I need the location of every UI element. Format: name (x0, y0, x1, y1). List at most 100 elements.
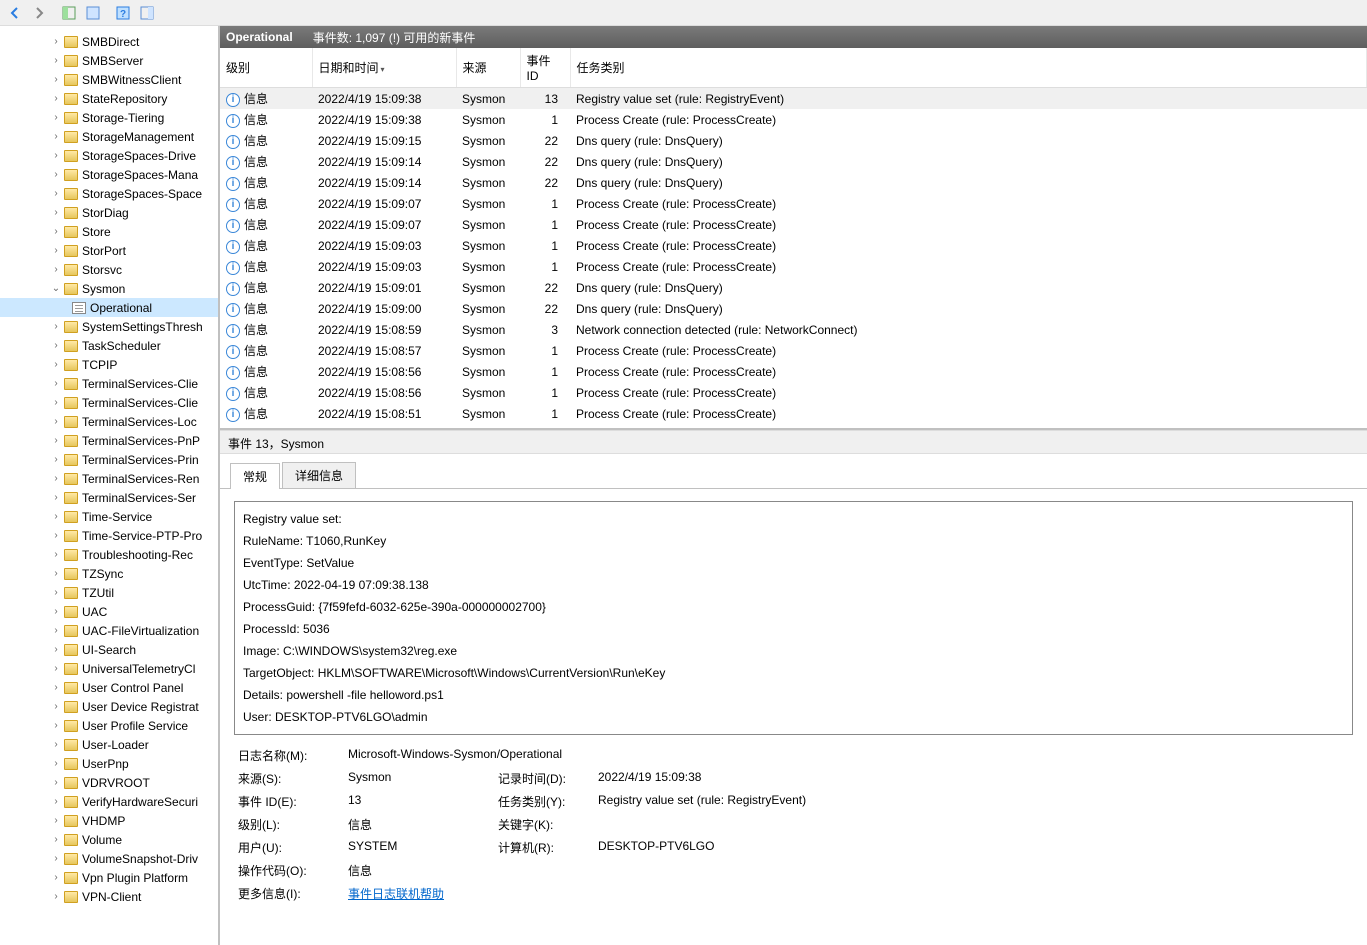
sidebar-item[interactable]: ›SystemSettingsThresh (0, 317, 218, 336)
chevron-right-icon[interactable]: › (50, 701, 62, 712)
sidebar-tree[interactable]: ›SMBDirect›SMBServer›SMBWitnessClient›St… (0, 26, 220, 945)
chevron-right-icon[interactable]: › (50, 131, 62, 142)
action-pane-icon[interactable] (136, 2, 158, 24)
chevron-right-icon[interactable]: › (50, 511, 62, 522)
chevron-right-icon[interactable]: › (50, 207, 62, 218)
chevron-right-icon[interactable]: › (50, 359, 62, 370)
chevron-right-icon[interactable]: › (50, 112, 62, 123)
table-row[interactable]: i信息2022/4/19 15:08:57Sysmon1Process Crea… (220, 340, 1367, 361)
tab-details[interactable]: 详细信息 (282, 462, 356, 488)
chevron-right-icon[interactable]: › (50, 720, 62, 731)
chevron-right-icon[interactable]: › (50, 587, 62, 598)
sidebar-item[interactable]: ›SMBWitnessClient (0, 70, 218, 89)
sidebar-item[interactable]: ›StorDiag (0, 203, 218, 222)
sidebar-item[interactable]: ›User Device Registrat (0, 697, 218, 716)
chevron-right-icon[interactable]: › (50, 739, 62, 750)
sidebar-item[interactable]: ›TerminalServices-Ser (0, 488, 218, 507)
sidebar-item[interactable]: ›VHDMP (0, 811, 218, 830)
chevron-right-icon[interactable]: › (50, 625, 62, 636)
sidebar-item[interactable]: ›StorageSpaces-Drive (0, 146, 218, 165)
sidebar-item[interactable]: ›Troubleshooting-Rec (0, 545, 218, 564)
chevron-right-icon[interactable]: › (50, 435, 62, 446)
sidebar-item[interactable]: ›StateRepository (0, 89, 218, 108)
table-row[interactable]: i信息2022/4/19 15:09:38Sysmon13Registry va… (220, 88, 1367, 110)
back-icon[interactable] (4, 2, 26, 24)
sidebar-item[interactable]: ›Time-Service-PTP-Pro (0, 526, 218, 545)
sidebar-item[interactable]: ›TerminalServices-PnP (0, 431, 218, 450)
sidebar-item[interactable]: ›User-Loader (0, 735, 218, 754)
sidebar-item[interactable]: ›UniversalTelemetryCl (0, 659, 218, 678)
chevron-right-icon[interactable]: › (50, 549, 62, 560)
chevron-right-icon[interactable]: › (50, 55, 62, 66)
sidebar-item[interactable]: ›TerminalServices-Clie (0, 393, 218, 412)
table-row[interactable]: i信息2022/4/19 15:09:14Sysmon22Dns query (… (220, 172, 1367, 193)
sidebar-item[interactable]: ›TerminalServices-Prin (0, 450, 218, 469)
sidebar-item[interactable]: ›User Profile Service (0, 716, 218, 735)
sidebar-item[interactable]: ›Vpn Plugin Platform (0, 868, 218, 887)
chevron-right-icon[interactable]: › (50, 492, 62, 503)
tab-general[interactable]: 常规 (230, 463, 280, 489)
chevron-right-icon[interactable]: › (50, 340, 62, 351)
sidebar-item[interactable]: ›StorageManagement (0, 127, 218, 146)
sidebar-item[interactable]: ›StorageSpaces-Space (0, 184, 218, 203)
sidebar-item[interactable]: ›TerminalServices-Loc (0, 412, 218, 431)
table-row[interactable]: i信息2022/4/19 15:09:07Sysmon1Process Crea… (220, 193, 1367, 214)
table-row[interactable]: i信息2022/4/19 15:08:56Sysmon1Process Crea… (220, 361, 1367, 382)
chevron-right-icon[interactable]: › (50, 853, 62, 864)
chevron-right-icon[interactable]: › (50, 321, 62, 332)
chevron-right-icon[interactable]: › (50, 150, 62, 161)
table-row[interactable]: i信息2022/4/19 15:08:51Sysmon1Process Crea… (220, 403, 1367, 424)
chevron-right-icon[interactable]: › (50, 777, 62, 788)
sidebar-item[interactable]: ›TZSync (0, 564, 218, 583)
forward-icon[interactable] (28, 2, 50, 24)
chevron-right-icon[interactable]: › (50, 188, 62, 199)
properties-icon[interactable] (82, 2, 104, 24)
table-row[interactable]: i信息2022/4/19 15:08:56Sysmon1Process Crea… (220, 382, 1367, 403)
sidebar-item[interactable]: ›StorageSpaces-Mana (0, 165, 218, 184)
sidebar-item[interactable]: ›SMBServer (0, 51, 218, 70)
sidebar-item[interactable]: ›TZUtil (0, 583, 218, 602)
chevron-right-icon[interactable]: › (50, 796, 62, 807)
table-row[interactable]: i信息2022/4/19 15:09:03Sysmon1Process Crea… (220, 256, 1367, 277)
sidebar-item[interactable]: ›UAC-FileVirtualization (0, 621, 218, 640)
table-row[interactable]: i信息2022/4/19 15:09:38Sysmon1Process Crea… (220, 109, 1367, 130)
chevron-right-icon[interactable]: › (50, 530, 62, 541)
sidebar-item[interactable]: ›VolumeSnapshot-Driv (0, 849, 218, 868)
col-source[interactable]: 来源 (456, 48, 520, 88)
chevron-right-icon[interactable]: › (50, 891, 62, 902)
help-icon[interactable]: ? (112, 2, 134, 24)
chevron-right-icon[interactable]: › (50, 473, 62, 484)
chevron-right-icon[interactable]: › (50, 568, 62, 579)
sidebar-item[interactable]: ⌄Sysmon (0, 279, 218, 298)
table-row[interactable]: i信息2022/4/19 15:09:15Sysmon22Dns query (… (220, 130, 1367, 151)
chevron-right-icon[interactable]: › (50, 872, 62, 883)
table-row[interactable]: i信息2022/4/19 15:09:00Sysmon22Dns query (… (220, 298, 1367, 319)
event-detail-text[interactable]: Registry value set:RuleName: T1060,RunKe… (234, 501, 1353, 735)
table-row[interactable]: i信息2022/4/19 15:08:59Sysmon3Network conn… (220, 319, 1367, 340)
sidebar-item[interactable]: ›StorPort (0, 241, 218, 260)
chevron-right-icon[interactable]: › (50, 36, 62, 47)
chevron-down-icon[interactable]: ⌄ (50, 283, 62, 294)
sidebar-item[interactable]: ›UI-Search (0, 640, 218, 659)
sidebar-item[interactable]: ›VDRVROOT (0, 773, 218, 792)
chevron-right-icon[interactable]: › (50, 815, 62, 826)
col-level[interactable]: 级别 (220, 48, 312, 88)
col-event-id[interactable]: 事件 ID (520, 48, 570, 88)
sidebar-item[interactable]: Operational (0, 298, 218, 317)
col-date[interactable]: 日期和时间▾ (312, 48, 456, 88)
sidebar-item[interactable]: ›Storsvc (0, 260, 218, 279)
chevron-right-icon[interactable]: › (50, 397, 62, 408)
sidebar-item[interactable]: ›VPN-Client (0, 887, 218, 906)
table-row[interactable]: i信息2022/4/19 15:09:01Sysmon22Dns query (… (220, 277, 1367, 298)
chevron-right-icon[interactable]: › (50, 169, 62, 180)
chevron-right-icon[interactable]: › (50, 682, 62, 693)
show-tree-icon[interactable] (58, 2, 80, 24)
sidebar-item[interactable]: ›User Control Panel (0, 678, 218, 697)
sidebar-item[interactable]: ›TerminalServices-Clie (0, 374, 218, 393)
sidebar-item[interactable]: ›TCPIP (0, 355, 218, 374)
chevron-right-icon[interactable]: › (50, 758, 62, 769)
table-row[interactable]: i信息2022/4/19 15:09:03Sysmon1Process Crea… (220, 235, 1367, 256)
chevron-right-icon[interactable]: › (50, 264, 62, 275)
chevron-right-icon[interactable]: › (50, 663, 62, 674)
chevron-right-icon[interactable]: › (50, 834, 62, 845)
